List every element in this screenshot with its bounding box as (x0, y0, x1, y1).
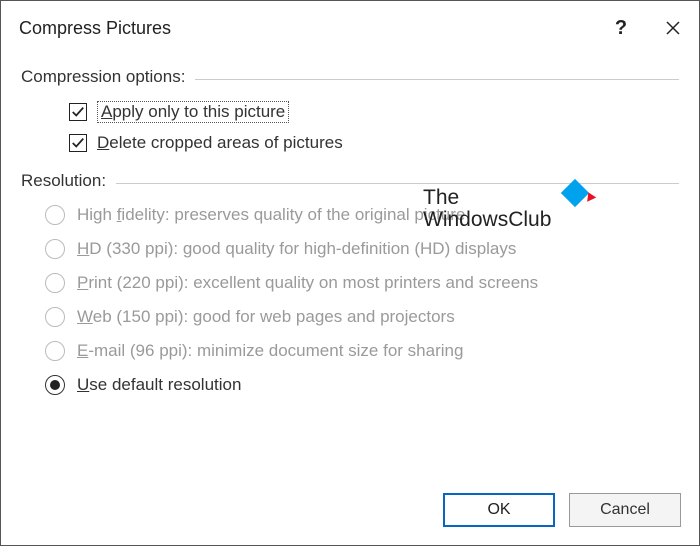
close-button[interactable] (647, 1, 699, 55)
checkbox-icon (69, 103, 87, 121)
titlebar: Compress Pictures ? (1, 1, 699, 55)
compress-pictures-dialog: Compress Pictures ? Compression options:… (0, 0, 700, 546)
group-rule (195, 79, 679, 80)
resolution-label: Resolution: (21, 171, 106, 191)
delete-cropped-label: Delete cropped areas of pictures (97, 133, 343, 153)
cancel-button[interactable]: Cancel (569, 493, 681, 527)
dialog-title: Compress Pictures (19, 18, 595, 39)
radio-print: Print (220 ppi): excellent quality on mo… (45, 273, 679, 293)
radio-default[interactable]: Use default resolution (45, 375, 679, 395)
radio-icon (45, 307, 65, 327)
compression-options-label: Compression options: (21, 67, 185, 87)
radio-high-fidelity: High fidelity: preserves quality of the … (45, 205, 679, 225)
compression-group-header: Compression options: (21, 67, 679, 87)
delete-cropped-option[interactable]: Delete cropped areas of pictures (69, 133, 679, 153)
radio-label: HD (330 ppi): good quality for high-defi… (77, 239, 516, 259)
apply-only-option[interactable]: Apply only to this picture (69, 101, 679, 123)
close-icon (665, 20, 681, 36)
radio-icon (45, 341, 65, 361)
radio-icon (45, 375, 65, 395)
radio-icon (45, 273, 65, 293)
radio-icon (45, 239, 65, 259)
resolution-group-header: Resolution: (21, 171, 679, 191)
checkbox-icon (69, 134, 87, 152)
radio-label: Use default resolution (77, 375, 241, 395)
radio-web: Web (150 ppi): good for web pages and pr… (45, 307, 679, 327)
radio-label: Print (220 ppi): excellent quality on mo… (77, 273, 538, 293)
radio-email: E-mail (96 ppi): minimize document size … (45, 341, 679, 361)
radio-hd: HD (330 ppi): good quality for high-defi… (45, 239, 679, 259)
group-rule (116, 183, 679, 184)
ok-button[interactable]: OK (443, 493, 555, 527)
apply-only-label: Apply only to this picture (97, 101, 289, 123)
radio-label: Web (150 ppi): good for web pages and pr… (77, 307, 455, 327)
radio-label: E-mail (96 ppi): minimize document size … (77, 341, 463, 361)
dialog-content: Compression options: Apply only to this … (1, 55, 699, 395)
radio-label: High fidelity: preserves quality of the … (77, 205, 465, 225)
radio-icon (45, 205, 65, 225)
help-button[interactable]: ? (595, 1, 647, 55)
dialog-buttons: OK Cancel (443, 493, 681, 527)
